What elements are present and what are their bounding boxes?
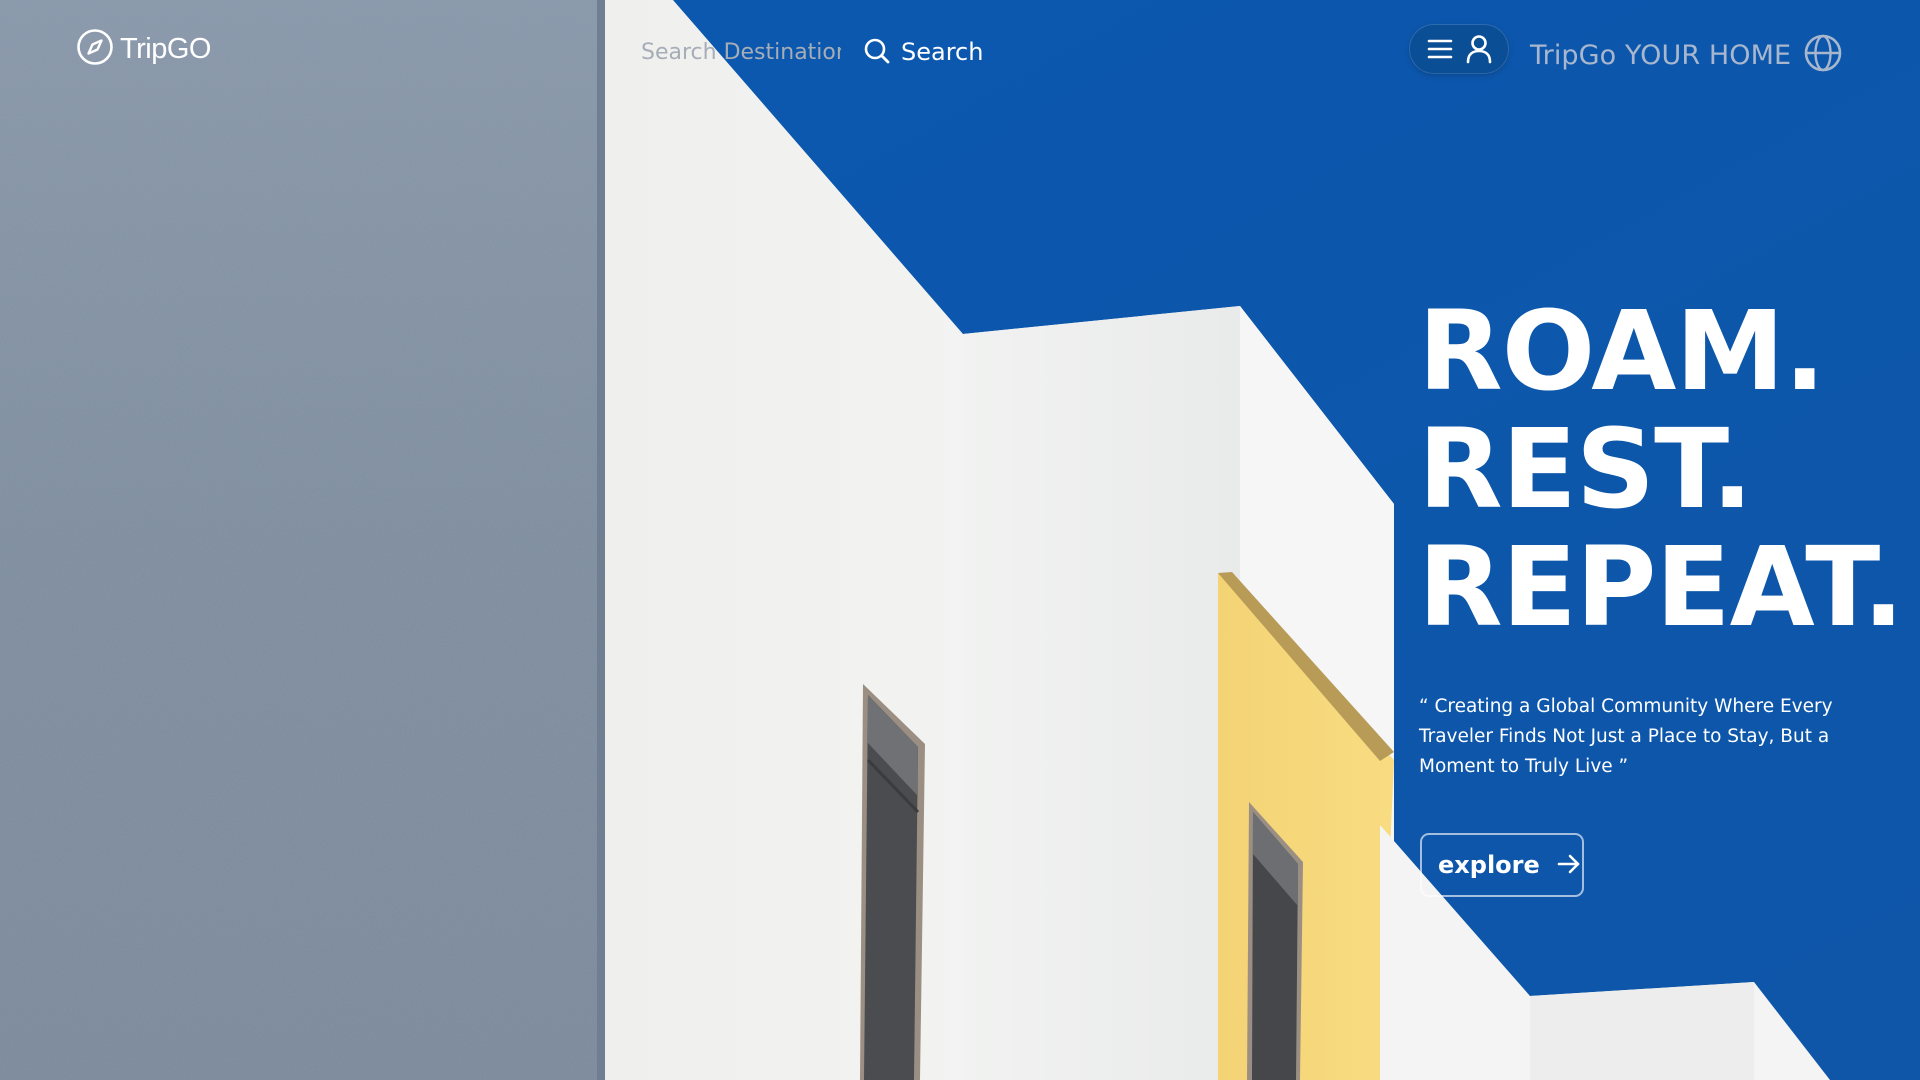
search-icon xyxy=(863,37,891,68)
home-language-link[interactable]: TripGo YOUR HOME xyxy=(1530,33,1843,77)
search-input[interactable] xyxy=(641,30,841,74)
brand-logo[interactable]: TripGO xyxy=(76,28,211,70)
home-label: TripGo YOUR HOME xyxy=(1530,39,1792,71)
account-menu-pill[interactable] xyxy=(1410,25,1508,73)
search-button[interactable]: Search xyxy=(863,37,983,68)
explore-button[interactable]: explore xyxy=(1420,833,1584,897)
hero-line-roam: ROAM. xyxy=(1418,287,1826,415)
globe-icon xyxy=(1803,33,1843,77)
brand-name: TripGO xyxy=(120,32,211,65)
search-bar: Search xyxy=(641,30,983,74)
user-icon[interactable] xyxy=(1462,32,1496,66)
explore-button-label: explore xyxy=(1438,851,1540,879)
hamburger-menu-icon[interactable] xyxy=(1423,32,1457,66)
hero-line-rest: REST. xyxy=(1418,405,1753,533)
top-navigation-bar: TripGO Search Destinations Search TripGo… xyxy=(0,0,1920,110)
hero-line-repeat: REPEAT. xyxy=(1418,523,1904,651)
search-button-label: Search xyxy=(901,38,984,66)
arrow-right-icon xyxy=(1556,852,1582,879)
hero-quote: “ Creating a Global Community Where Ever… xyxy=(1419,696,1833,777)
hero-headline: ROAM. REST. REPEAT. xyxy=(1418,287,1904,651)
compass-icon xyxy=(76,28,114,70)
